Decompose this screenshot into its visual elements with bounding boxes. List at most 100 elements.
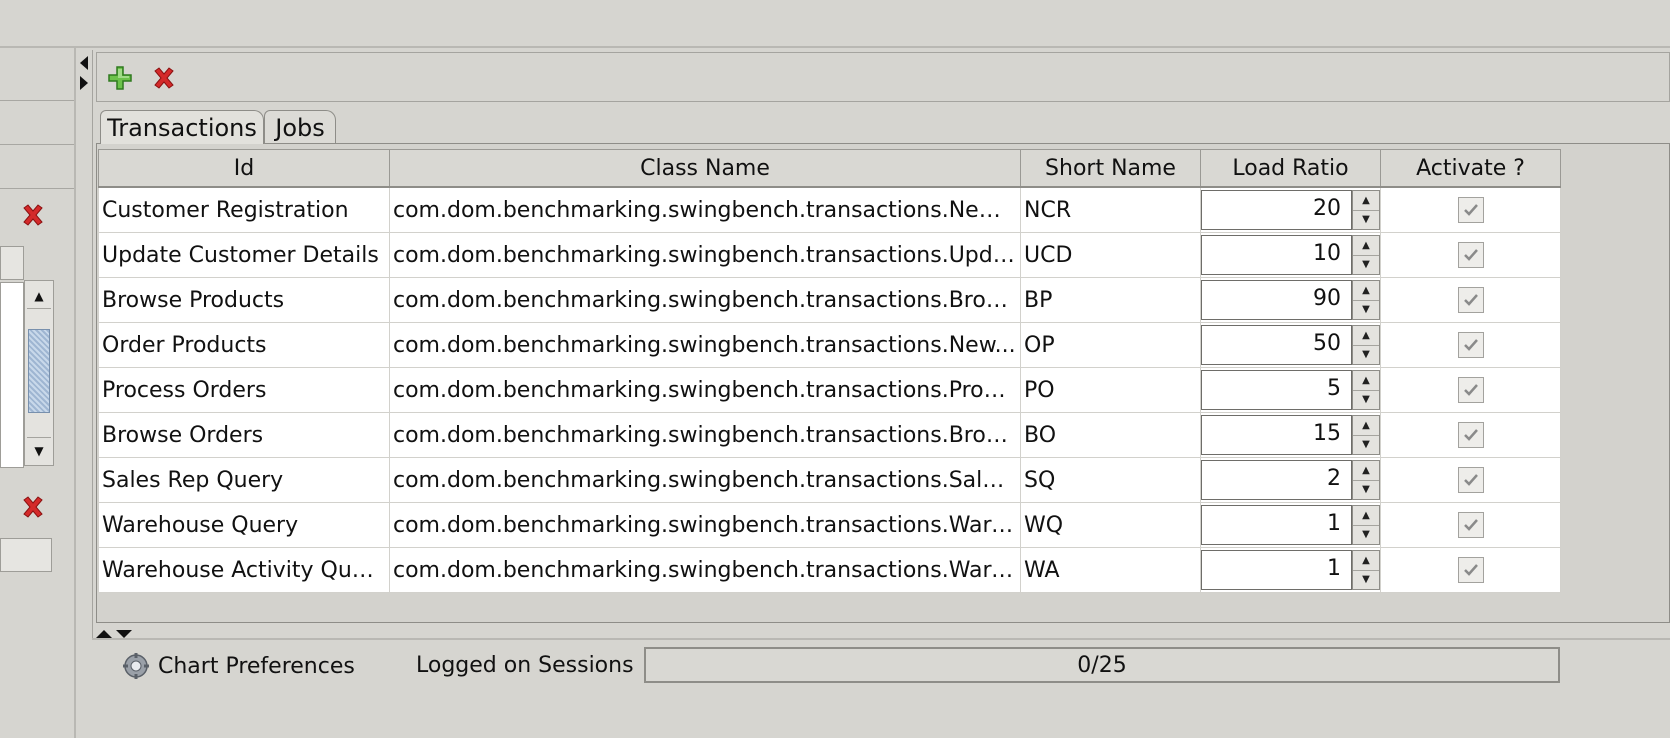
load-ratio-value[interactable]: 1 — [1201, 550, 1352, 590]
cell-id[interactable]: Process Orders — [98, 367, 390, 413]
left-input-box[interactable] — [0, 538, 52, 572]
remove-transaction-button[interactable] — [149, 63, 179, 93]
cell-id[interactable]: Browse Products — [98, 277, 390, 323]
spinner-arrows[interactable]: ▲ ▼ — [1352, 235, 1380, 275]
spinner-down-icon[interactable]: ▼ — [1353, 211, 1379, 230]
activate-checkbox[interactable] — [1457, 512, 1484, 538]
activate-checkbox[interactable] — [1457, 557, 1484, 583]
spinner-up-icon[interactable]: ▲ — [1353, 371, 1379, 391]
table-row[interactable]: Process Orders com.dom.benchmarking.swing… — [98, 367, 1561, 413]
activate-checkbox[interactable] — [1457, 467, 1484, 493]
spinner-down-icon[interactable]: ▼ — [1353, 391, 1379, 410]
load-ratio-spinner[interactable]: 1 ▲ ▼ — [1201, 505, 1380, 545]
spinner-arrows[interactable]: ▲ ▼ — [1352, 415, 1380, 455]
spinner-down-icon[interactable]: ▼ — [1353, 436, 1379, 455]
spinner-up-icon[interactable]: ▲ — [1353, 281, 1379, 301]
load-ratio-spinner[interactable]: 1 ▲ ▼ — [1201, 550, 1380, 590]
spinner-arrows[interactable]: ▲ ▼ — [1352, 370, 1380, 410]
spinner-arrows[interactable]: ▲ ▼ — [1352, 325, 1380, 365]
left-list[interactable] — [0, 282, 24, 468]
spinner-arrows[interactable]: ▲ ▼ — [1352, 280, 1380, 320]
load-ratio-value[interactable]: 1 — [1201, 505, 1352, 545]
scroll-down-arrow[interactable]: ▼ — [27, 437, 51, 463]
cell-short-name[interactable]: PO — [1020, 367, 1201, 413]
cell-class-name[interactable]: com.dom.benchmarking.swingbench.transact… — [389, 502, 1021, 548]
load-ratio-spinner[interactable]: 10 ▲ ▼ — [1201, 235, 1380, 275]
load-ratio-value[interactable]: 20 — [1201, 190, 1352, 230]
activate-checkbox[interactable] — [1457, 422, 1484, 448]
load-ratio-spinner[interactable]: 15 ▲ ▼ — [1201, 415, 1380, 455]
cell-id[interactable]: Warehouse Activity Query — [98, 547, 390, 593]
spinner-arrows[interactable]: ▲ ▼ — [1352, 190, 1380, 230]
load-ratio-value[interactable]: 2 — [1201, 460, 1352, 500]
left-scrollbar[interactable]: ▲ ▼ — [24, 280, 54, 466]
spinner-down-icon[interactable]: ▼ — [1353, 571, 1379, 590]
spinner-down-icon[interactable]: ▼ — [1353, 481, 1379, 500]
spinner-up-icon[interactable]: ▲ — [1353, 326, 1379, 346]
column-header-class-name[interactable]: Class Name — [389, 149, 1021, 188]
cell-short-name[interactable]: WA — [1020, 547, 1201, 593]
spinner-arrows[interactable]: ▲ ▼ — [1352, 460, 1380, 500]
split-arrows-icon[interactable] — [94, 628, 138, 640]
table-row[interactable]: Browse Orders com.dom.benchmarking.swingb… — [98, 412, 1561, 458]
cell-class-name[interactable]: com.dom.benchmarking.swingbench.transact… — [389, 457, 1021, 503]
activate-checkbox[interactable] — [1457, 287, 1484, 313]
table-row[interactable]: Order Products com.dom.benchmarking.swing… — [98, 322, 1561, 368]
cell-id[interactable]: Browse Orders — [98, 412, 390, 458]
chart-preferences-button[interactable]: Chart Preferences — [122, 652, 355, 680]
cell-class-name[interactable]: com.dom.benchmarking.swingbench.transact… — [389, 547, 1021, 593]
load-ratio-value[interactable]: 5 — [1201, 370, 1352, 410]
table-row[interactable]: Browse Products com.dom.benchmarking.swin… — [98, 277, 1561, 323]
splitter[interactable] — [76, 48, 92, 738]
load-ratio-value[interactable]: 10 — [1201, 235, 1352, 275]
scroll-up-arrow[interactable]: ▲ — [27, 283, 51, 309]
activate-checkbox[interactable] — [1457, 377, 1484, 403]
cell-id[interactable]: Customer Registration — [98, 186, 390, 233]
load-ratio-spinner[interactable]: 2 ▲ ▼ — [1201, 460, 1380, 500]
activate-checkbox[interactable] — [1457, 242, 1484, 268]
scroll-thumb[interactable] — [28, 329, 50, 413]
spinner-up-icon[interactable]: ▲ — [1353, 236, 1379, 256]
cell-id[interactable]: Warehouse Query — [98, 502, 390, 548]
spinner-arrows[interactable]: ▲ ▼ — [1352, 505, 1380, 545]
spinner-up-icon[interactable]: ▲ — [1353, 461, 1379, 481]
spinner-down-icon[interactable]: ▼ — [1353, 256, 1379, 275]
cell-class-name[interactable]: com.dom.benchmarking.swingbench.transact… — [389, 412, 1021, 458]
load-ratio-value[interactable]: 90 — [1201, 280, 1352, 320]
cell-short-name[interactable]: NCR — [1020, 186, 1201, 233]
cell-short-name[interactable]: WQ — [1020, 502, 1201, 548]
cell-class-name[interactable]: com.dom.benchmarking.swingbench.transact… — [389, 367, 1021, 413]
activate-checkbox[interactable] — [1457, 332, 1484, 358]
spinner-down-icon[interactable]: ▼ — [1353, 526, 1379, 545]
table-row[interactable]: Customer Registration com.dom.benchmarkin… — [98, 186, 1561, 233]
spinner-up-icon[interactable]: ▲ — [1353, 551, 1379, 571]
load-ratio-spinner[interactable]: 20 ▲ ▼ — [1201, 190, 1380, 230]
cell-id[interactable]: Sales Rep Query — [98, 457, 390, 503]
cell-class-name[interactable]: com.dom.benchmarking.swingbench.transact… — [389, 277, 1021, 323]
spinner-down-icon[interactable]: ▼ — [1353, 301, 1379, 320]
load-ratio-spinner[interactable]: 5 ▲ ▼ — [1201, 370, 1380, 410]
cell-short-name[interactable]: OP — [1020, 322, 1201, 368]
cell-id[interactable]: Update Customer Details — [98, 232, 390, 278]
cell-short-name[interactable]: SQ — [1020, 457, 1201, 503]
load-ratio-spinner[interactable]: 90 ▲ ▼ — [1201, 280, 1380, 320]
cell-class-name[interactable]: com.dom.benchmarking.swingbench.transact… — [389, 232, 1021, 278]
column-header-short-name[interactable]: Short Name — [1020, 149, 1201, 188]
tab-transactions[interactable]: Transactions — [100, 110, 264, 144]
cell-id[interactable]: Order Products — [98, 322, 390, 368]
load-ratio-spinner[interactable]: 50 ▲ ▼ — [1201, 325, 1380, 365]
table-row[interactable]: Warehouse Query com.dom.benchmarking.swin… — [98, 502, 1561, 548]
cell-short-name[interactable]: BP — [1020, 277, 1201, 323]
column-header-id[interactable]: Id — [98, 149, 390, 188]
spinner-arrows[interactable]: ▲ ▼ — [1352, 550, 1380, 590]
spinner-up-icon[interactable]: ▲ — [1353, 191, 1379, 211]
column-header-load-ratio[interactable]: Load Ratio — [1200, 149, 1381, 188]
cell-short-name[interactable]: BO — [1020, 412, 1201, 458]
left-delete-button[interactable] — [18, 200, 48, 230]
add-transaction-button[interactable] — [105, 63, 135, 93]
load-ratio-value[interactable]: 15 — [1201, 415, 1352, 455]
spinner-down-icon[interactable]: ▼ — [1353, 346, 1379, 365]
load-ratio-value[interactable]: 50 — [1201, 325, 1352, 365]
column-header-activate[interactable]: Activate ? — [1380, 149, 1561, 188]
left-delete-button-2[interactable] — [18, 492, 48, 522]
